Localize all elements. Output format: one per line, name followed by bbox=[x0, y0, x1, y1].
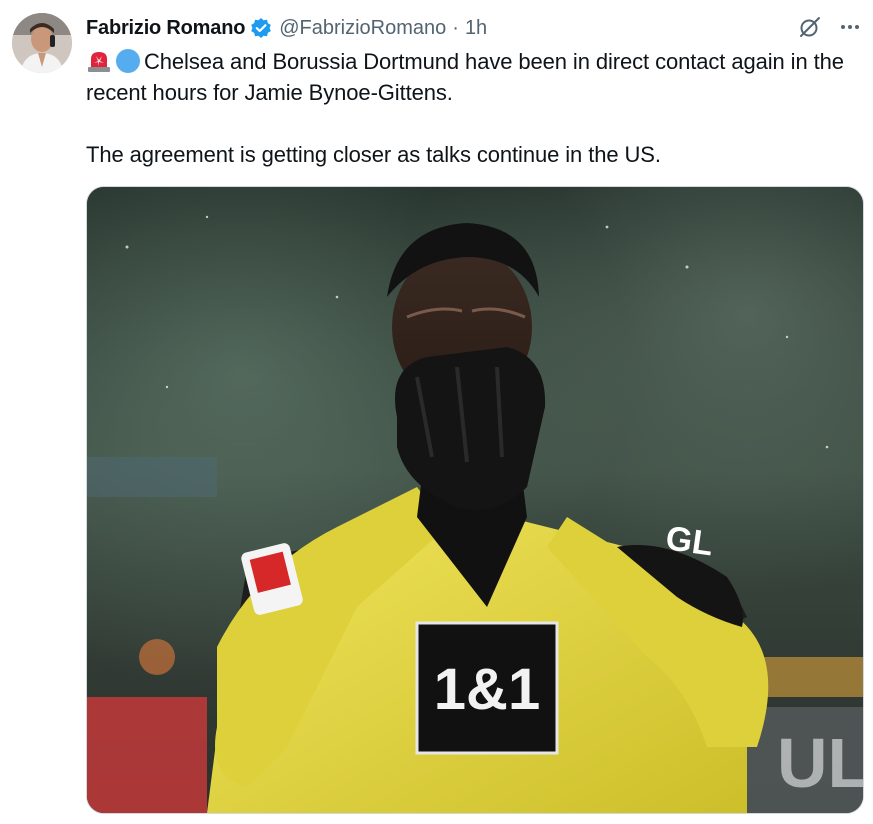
blue-circle-emoji bbox=[115, 48, 141, 74]
tweet-actions bbox=[797, 14, 863, 40]
more-options-icon[interactable] bbox=[837, 14, 863, 40]
grok-icon[interactable] bbox=[797, 14, 823, 40]
avatar-image bbox=[12, 13, 72, 73]
police-light-emoji bbox=[86, 48, 112, 74]
tweet-paragraph-2: The agreement is getting closer as talks… bbox=[86, 142, 661, 167]
verified-badge-icon bbox=[250, 17, 272, 39]
author-handle[interactable]: @FabrizioRomano bbox=[279, 17, 446, 40]
svg-text:ULT: ULT bbox=[777, 724, 863, 802]
tweet-body: Chelsea and Borussia Dortmund have been … bbox=[86, 46, 862, 170]
photo-footballer: ULT GL 1&1 bbox=[87, 187, 863, 813]
separator-dot: · bbox=[452, 16, 459, 39]
author-name[interactable]: Fabrizio Romano bbox=[86, 17, 245, 40]
sleeve-sponsor-text: GL bbox=[663, 519, 715, 563]
tweet-text-line-1: Chelsea and Borussia Dortmund have been … bbox=[86, 49, 844, 105]
tweet-media-photo[interactable]: ULT GL 1&1 bbox=[86, 186, 864, 814]
tweet-timestamp[interactable]: 1h bbox=[465, 17, 487, 40]
shirt-sponsor-text: 1&1 bbox=[434, 657, 540, 722]
author-avatar[interactable] bbox=[12, 13, 72, 73]
tweet-header: Fabrizio Romano @FabrizioRomano · 1h bbox=[86, 14, 487, 42]
tweet-paragraph-1: Chelsea and Borussia Dortmund have been … bbox=[86, 46, 862, 108]
